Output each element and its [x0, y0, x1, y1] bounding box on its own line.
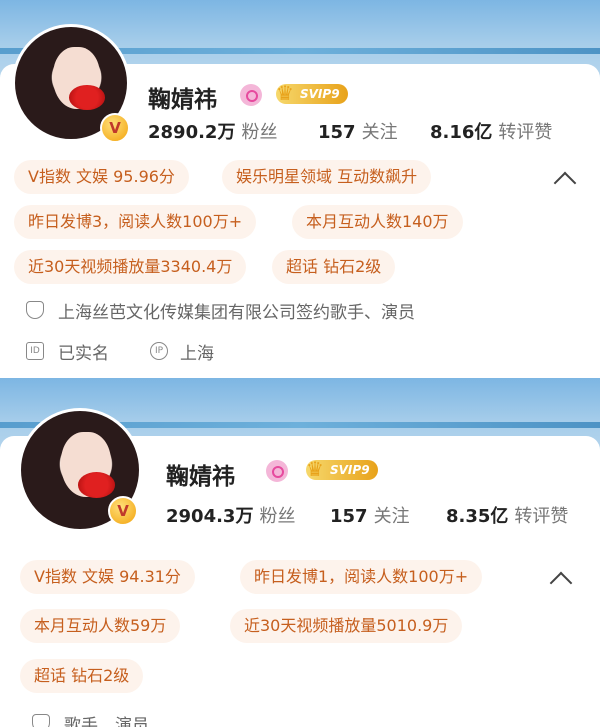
crown-icon: ♛	[306, 457, 324, 481]
ip-location-text: 上海	[180, 344, 214, 364]
username: 鞠婧祎	[148, 87, 217, 113]
svip-badge[interactable]: ♛ SVIP9	[276, 81, 348, 105]
tag-monthly-interaction[interactable]: 本月互动人数59万	[20, 609, 181, 643]
tag-v-index[interactable]: V指数 文娱 94.31分	[20, 560, 195, 594]
shield-icon	[32, 714, 50, 727]
tag-video-views[interactable]: 近30天视频播放量5010.9万	[230, 609, 463, 643]
tag-domain-trend[interactable]: 娱乐明星领域 互动数飙升	[222, 160, 432, 194]
realname-text: 已实名	[58, 344, 109, 364]
tag-yesterday-posts[interactable]: 昨日发博3，阅读人数100万+	[14, 205, 257, 239]
weibo-member-icon[interactable]	[266, 460, 288, 482]
profile-card-2: V 鞠婧祎 ♛ SVIP9 2904.3万 粉丝 157 关注 8.35亿 转评赞 V…	[0, 378, 600, 727]
verified-v-icon: V	[108, 496, 138, 526]
tag-super-topic[interactable]: 超话 钻石2级	[272, 250, 396, 284]
profile-card-1: V 鞠婧祎 ♛ SVIP9 2890.2万 粉丝 157 关注 8.16亿 转评赞 V…	[0, 0, 600, 378]
svip-badge[interactable]: ♛ SVIP9	[306, 457, 378, 481]
verification-text: 上海丝芭文化传媒集团有限公司签约歌手、演员	[58, 303, 415, 323]
tag-super-topic[interactable]: 超话 钻石2级	[20, 659, 144, 693]
tag-video-views[interactable]: 近30天视频播放量3340.4万	[14, 250, 247, 284]
shield-icon	[26, 301, 44, 319]
likes-stat[interactable]: 8.35亿 转评赞	[446, 502, 568, 528]
ip-location-icon: IP	[150, 342, 168, 360]
followers-stat[interactable]: 2890.2万 粉丝	[148, 118, 277, 144]
crown-icon: ♛	[276, 81, 294, 105]
username: 鞠婧祎	[166, 464, 235, 490]
verification-text: 歌手、演员	[64, 716, 149, 727]
tag-monthly-interaction[interactable]: 本月互动人数140万	[292, 205, 463, 239]
tag-yesterday-posts[interactable]: 昨日发博1，阅读人数100万+	[240, 560, 483, 594]
following-stat[interactable]: 157 关注	[330, 502, 410, 528]
tag-v-index[interactable]: V指数 文娱 95.96分	[14, 160, 189, 194]
weibo-member-icon[interactable]	[240, 84, 262, 106]
verified-v-icon: V	[100, 113, 130, 143]
likes-stat[interactable]: 8.16亿 转评赞	[430, 118, 552, 144]
idcard-icon: ID	[26, 342, 44, 360]
followers-stat[interactable]: 2904.3万 粉丝	[166, 502, 295, 528]
following-stat[interactable]: 157 关注	[318, 118, 398, 144]
